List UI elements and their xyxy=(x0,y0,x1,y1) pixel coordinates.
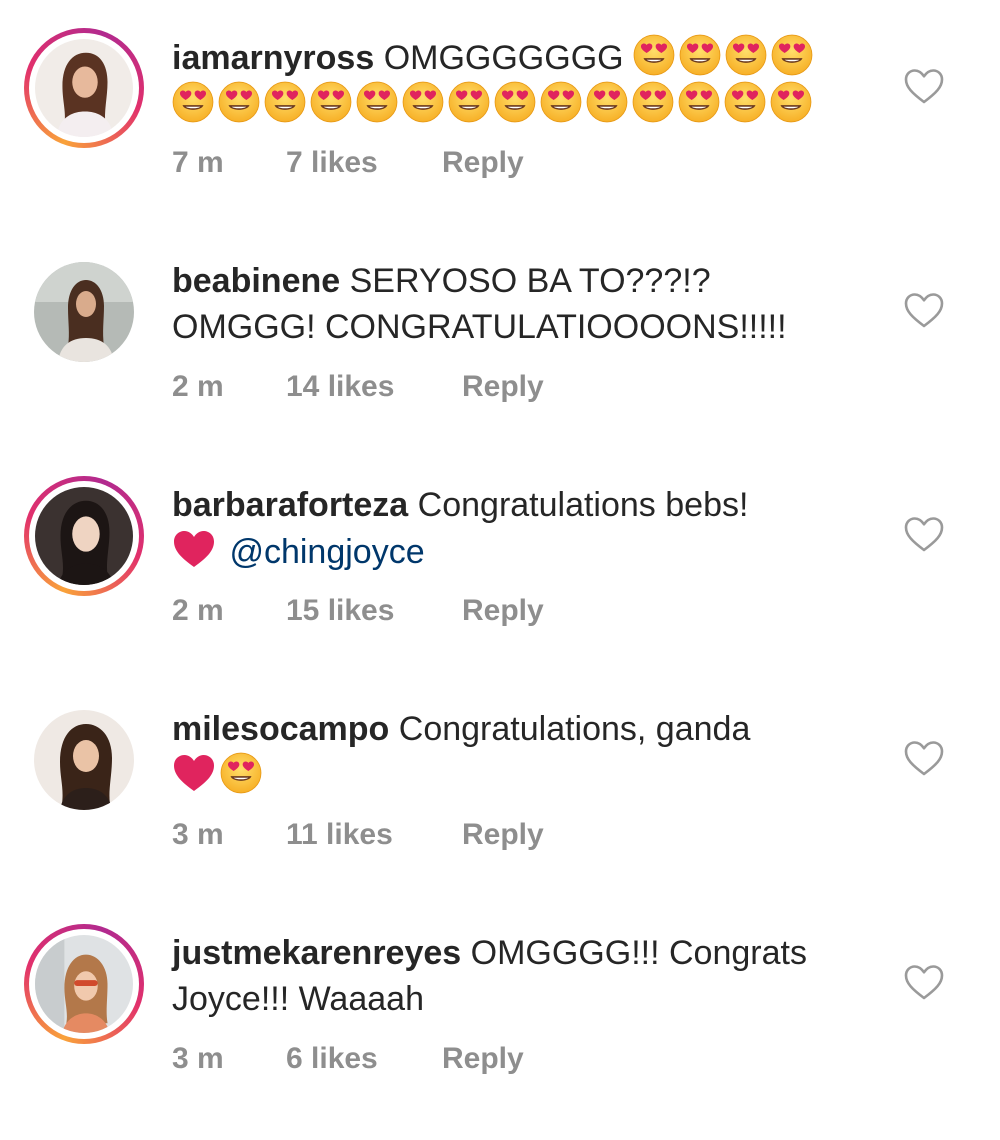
like-heart-icon[interactable] xyxy=(902,738,946,778)
reply-button[interactable]: Reply xyxy=(462,818,544,852)
comment: justmekarenreyes OMGGGG!!! Congrats Joyc… xyxy=(0,924,1000,1094)
comment-likes[interactable]: 6 likes xyxy=(286,1042,378,1076)
heart-eyes-icon xyxy=(633,34,675,76)
heart-eyes-icon xyxy=(725,34,767,76)
heart-eyes-icon xyxy=(679,34,721,76)
comment: milesocampo Congratulations, ganda 3 m 1… xyxy=(0,700,1000,870)
reply-button[interactable]: Reply xyxy=(442,1042,524,1076)
heart-eyes-icon xyxy=(724,81,766,123)
comment-text: barbaraforteza Congratulations bebs! @ch… xyxy=(172,482,862,575)
heart-eyes-icon xyxy=(770,81,812,123)
avatar-image xyxy=(35,39,133,137)
comment-likes[interactable]: 7 likes xyxy=(286,146,378,180)
heart-eyes-icon xyxy=(494,81,536,123)
comment-likes[interactable]: 11 likes xyxy=(286,818,393,852)
heart-eyes-icon xyxy=(678,81,720,123)
heart-eyes-icon xyxy=(586,81,628,123)
like-heart-icon[interactable] xyxy=(902,66,946,106)
comment-text: justmekarenreyes OMGGGG!!! Congrats Joyc… xyxy=(172,930,862,1022)
avatar-image xyxy=(35,935,133,1033)
comment-text: milesocampo Congratulations, ganda xyxy=(172,706,862,799)
heart-eyes-icon xyxy=(172,81,214,123)
comment: barbaraforteza Congratulations bebs! @ch… xyxy=(0,476,1000,646)
reply-button[interactable]: Reply xyxy=(462,594,544,628)
heart-eyes-icon xyxy=(310,81,352,123)
comment-username[interactable]: iamarnyross xyxy=(172,39,374,77)
emoji-row xyxy=(624,39,817,77)
comment-time: 3 m xyxy=(172,1042,224,1075)
comment: iamarnyross OMGGGGGGG 7 m 7 likes Reply xyxy=(0,28,1000,198)
heart-eyes-icon xyxy=(356,81,398,123)
heart-eyes-icon xyxy=(771,34,813,76)
comment-username[interactable]: beabinene xyxy=(172,262,340,300)
avatar-image xyxy=(34,262,134,362)
comment-body: Congratulations, ganda xyxy=(398,710,751,748)
heart-eyes-icon xyxy=(632,81,674,123)
heart-eyes-icon xyxy=(264,81,306,123)
like-heart-icon[interactable] xyxy=(902,514,946,554)
reply-button[interactable]: Reply xyxy=(462,370,544,404)
comment-time: 2 m xyxy=(172,594,224,627)
comment-username[interactable]: barbaraforteza xyxy=(172,486,408,524)
comment-body-line2: Joyce!!! Waaaah xyxy=(172,980,424,1018)
heart-eyes-icon xyxy=(448,81,490,123)
comment-body: OMGGGGGGG xyxy=(383,39,624,77)
red-heart-icon xyxy=(172,528,216,570)
comment-username[interactable]: milesocampo xyxy=(172,710,389,748)
avatar[interactable] xyxy=(24,476,144,596)
comment-text: iamarnyross OMGGGGGGG xyxy=(172,34,862,128)
comment-text: beabinene SERYOSO BA TO???!? OMGGG! CONG… xyxy=(172,258,862,350)
comment-username[interactable]: justmekarenreyes xyxy=(172,934,461,972)
comment-time: 3 m xyxy=(172,818,224,851)
reply-button[interactable]: Reply xyxy=(442,146,524,180)
heart-eyes-icon xyxy=(402,81,444,123)
comment-likes[interactable]: 15 likes xyxy=(286,594,394,628)
comment-time: 7 m xyxy=(172,146,224,179)
heart-eyes-icon xyxy=(218,81,260,123)
comment-time: 2 m xyxy=(172,370,224,403)
comment: beabinene SERYOSO BA TO???!? OMGGG! CONG… xyxy=(0,252,1000,422)
avatar[interactable] xyxy=(24,252,144,372)
like-heart-icon[interactable] xyxy=(902,962,946,1002)
comment-body: OMGGGG!!! Congrats xyxy=(470,934,807,972)
avatar[interactable] xyxy=(24,28,144,148)
red-heart-icon xyxy=(172,752,216,794)
like-heart-icon[interactable] xyxy=(902,290,946,330)
avatar-image xyxy=(35,487,133,585)
comment-likes[interactable]: 14 likes xyxy=(286,370,394,404)
avatar[interactable] xyxy=(24,924,144,1044)
heart-eyes-icon xyxy=(540,81,582,123)
avatar-image xyxy=(34,710,134,810)
comment-body: SERYOSO BA TO???!? xyxy=(349,262,711,300)
comment-body: Congratulations bebs! xyxy=(417,486,749,524)
mention-link[interactable]: @chingjoyce xyxy=(229,533,424,571)
avatar[interactable] xyxy=(24,700,144,820)
comment-body-line2: OMGGG! CONGRATULATIOOOONS!!!!! xyxy=(172,308,787,346)
emoji-row xyxy=(172,86,816,124)
heart-eyes-icon xyxy=(220,752,262,794)
